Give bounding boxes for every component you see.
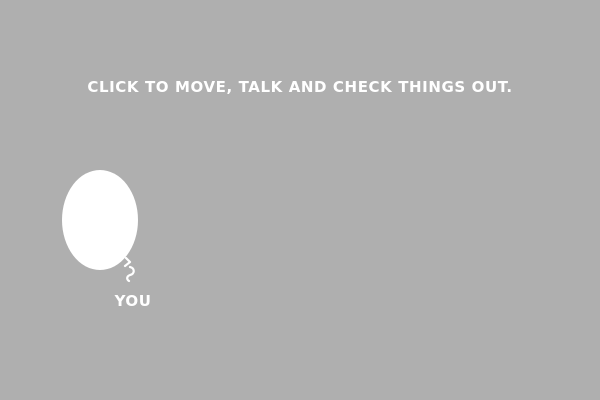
instruction-text: CLICK TO MOVE, TALK AND CHECK THINGS OUT… (87, 78, 513, 96)
player-label: YOU (114, 292, 152, 310)
game-stage[interactable]: CLICK TO MOVE, TALK AND CHECK THINGS OUT… (0, 0, 600, 400)
curly-arrow-icon (123, 256, 135, 283)
